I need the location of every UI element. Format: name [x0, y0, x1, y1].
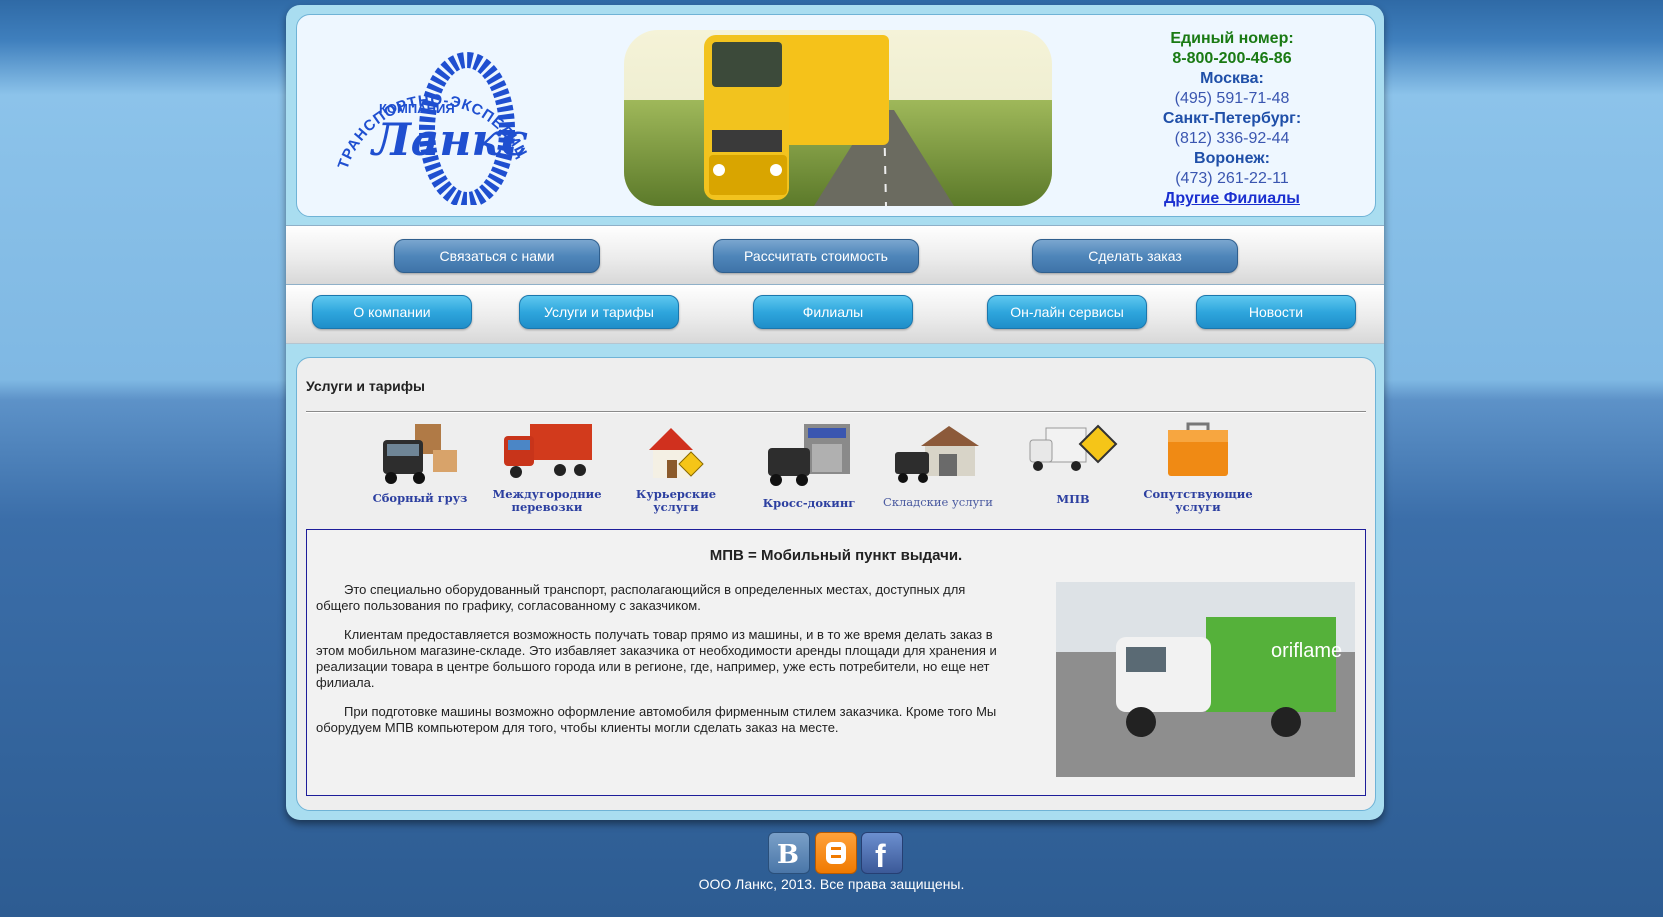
logo-brand: Ланкс	[370, 115, 528, 166]
contacts-block: Единый номер: 8-800-200-46-86 Москва: (4…	[1112, 29, 1352, 209]
service-related[interactable]: Сопутствующие услуги	[1143, 422, 1253, 522]
divider	[306, 411, 1366, 413]
service-label: Складские услуги	[883, 495, 993, 509]
nav-services[interactable]: Услуги и тарифы	[519, 295, 679, 329]
info-text: Это специально оборудованный транспорт, …	[316, 582, 1006, 749]
info-paragraph: При подготовке машины возможно оформлени…	[316, 704, 997, 735]
info-title: МПВ = Мобильный пункт выдачи.	[709, 547, 963, 564]
voronezh-phone: (473) 261-22-11	[1175, 170, 1289, 187]
service-label: МПВ	[1056, 492, 1090, 506]
truck-with-boxes-icon	[383, 424, 457, 484]
truck-warehouse-icon	[768, 424, 850, 486]
header: ТРАНСПОРТНО-ЭКСПЕДИЦИОННАЯ КОМПАНИЯ Ланк…	[296, 14, 1376, 217]
spb-phone: (812) 336-92-44	[1174, 130, 1290, 147]
nav-online-services[interactable]: Он-лайн сервисы	[987, 295, 1147, 329]
mpv-van-photo: oriflame	[1056, 582, 1355, 777]
page-container: ТРАНСПОРТНО-ЭКСПЕДИЦИОННАЯ КОМПАНИЯ Ланк…	[286, 5, 1384, 820]
svg-text:f: f	[875, 838, 886, 873]
section-title: Услуги и тарифы	[306, 378, 425, 394]
blogger-icon[interactable]	[815, 832, 857, 874]
service-label: Сборный груз	[372, 491, 468, 505]
voronezh-label: Воронеж:	[1194, 150, 1270, 167]
service-label-line2: услуги	[1175, 500, 1221, 514]
content-area: Услуги и тарифы Сборный груз Междугородн…	[296, 357, 1376, 811]
service-cross-docking[interactable]: Кросс-докинг	[754, 422, 864, 522]
banner-truck-image	[624, 30, 1052, 206]
nav-news[interactable]: Новости	[1196, 295, 1356, 329]
red-truck-icon	[503, 424, 592, 478]
logo-small-text: КОМПАНИЯ	[379, 101, 455, 116]
make-order-button[interactable]: Сделать заказ	[1032, 239, 1238, 273]
mpv-info-box: МПВ = Мобильный пункт выдачи. Это специа…	[306, 529, 1366, 796]
house-delivery-icon	[649, 428, 704, 478]
moscow-phone: (495) 591-71-48	[1174, 90, 1290, 107]
facebook-icon[interactable]: f	[861, 832, 903, 874]
service-mpv[interactable]: МПВ	[1018, 422, 1128, 522]
info-paragraph: Клиентам предоставляется возможность пол…	[316, 627, 997, 690]
service-label: Кросс-докинг	[762, 496, 856, 510]
other-branches-link[interactable]: Другие Филиалы	[1112, 189, 1352, 209]
moscow-label: Москва:	[1200, 70, 1264, 87]
calculate-cost-button[interactable]: Рассчитать стоимость	[713, 239, 919, 273]
service-intercity[interactable]: Междугородние перевозки	[492, 422, 602, 522]
service-label-line2: услуги	[653, 500, 699, 514]
nav-about[interactable]: О компании	[312, 295, 472, 329]
service-label-line2: перевозки	[511, 500, 583, 514]
orange-box-icon	[1168, 422, 1228, 476]
footer-copyright: ООО Ланкс, 2013. Все права защищены.	[698, 876, 965, 892]
service-courier[interactable]: Курьерские услуги	[621, 422, 731, 522]
info-paragraph: Это специально оборудованный транспорт, …	[316, 582, 966, 613]
spb-label: Санкт-Петербург:	[1162, 110, 1302, 127]
vk-icon[interactable]: В	[768, 832, 810, 874]
single-number-label: Единый номер:	[1170, 30, 1294, 47]
photo-brand-text: oriflame	[1271, 640, 1342, 662]
action-nav: Связаться с нами Рассчитать стоимость Сд…	[286, 225, 1384, 285]
warehouse-icon	[894, 426, 979, 483]
contact-us-button[interactable]: Связаться с нами	[394, 239, 600, 273]
company-logo[interactable]: ТРАНСПОРТНО-ЭКСПЕДИЦИОННАЯ КОМПАНИЯ Ланк…	[311, 17, 547, 208]
single-number-phone: 8-800-200-46-86	[1172, 50, 1292, 67]
main-nav: О компании Услуги и тарифы Филиалы Он-ла…	[286, 284, 1384, 344]
svg-text:В: В	[777, 840, 799, 870]
service-warehouse[interactable]: Складские услуги	[883, 422, 993, 522]
mobile-point-van-icon	[1029, 424, 1117, 471]
nav-branches[interactable]: Филиалы	[753, 295, 913, 329]
service-consolidated-cargo[interactable]: Сборный груз	[365, 422, 475, 522]
